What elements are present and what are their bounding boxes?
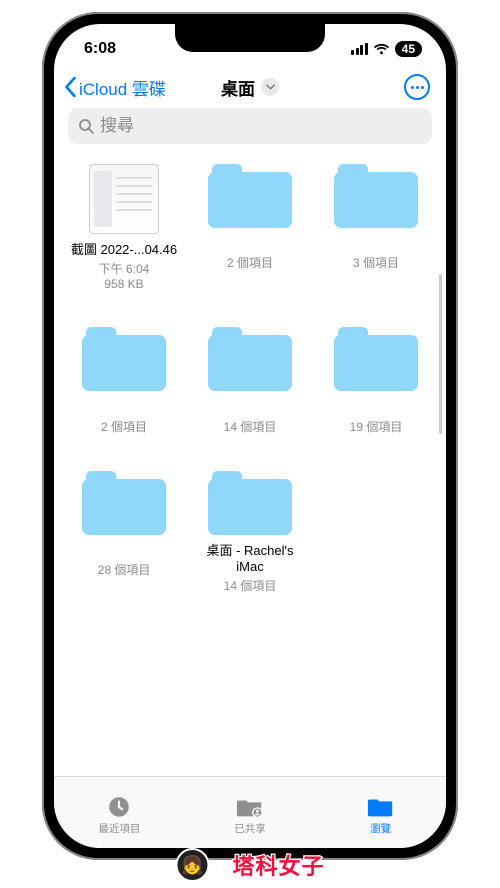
status-right: 45 — [351, 41, 422, 57]
watermark-text: 塔科女子 — [233, 849, 325, 881]
item-meta-secondary: 958 KB — [104, 277, 143, 291]
wifi-icon — [373, 43, 390, 55]
search-icon — [78, 118, 94, 134]
shared-folder-icon — [236, 795, 264, 819]
item-name — [104, 543, 143, 559]
item-name — [230, 236, 269, 252]
screen: 6:08 45 iCloud 雲碟 桌面 — [54, 24, 446, 848]
tab-label: 最近項目 — [98, 821, 140, 836]
item-name — [104, 399, 143, 415]
item-meta: 3 個項目 — [353, 254, 399, 271]
folder-item[interactable]: 3 個項目 — [322, 164, 430, 291]
tab-bar: 最近項目 已共享 瀏覽 — [54, 776, 446, 848]
folder-item[interactable]: 桌面 - Rachel's iMac14 個項目 — [196, 471, 304, 595]
status-time: 6:08 — [84, 40, 116, 58]
watermark-avatar: 👧 — [175, 848, 209, 882]
folder-item[interactable]: 14 個項目 — [196, 327, 304, 434]
item-meta: 2 個項目 — [101, 418, 147, 435]
battery-indicator: 45 — [395, 41, 422, 57]
search-input[interactable] — [100, 116, 422, 136]
item-meta: 2 個項目 — [227, 254, 273, 271]
folder-item[interactable]: 19 個項目 — [322, 327, 430, 434]
item-name: 截圖 2022-...04.46 — [71, 242, 177, 258]
search-field[interactable] — [68, 108, 432, 144]
item-meta: 下午 6:04 — [99, 260, 150, 277]
tab-label: 已共享 — [234, 821, 266, 836]
notch — [175, 24, 325, 52]
chevron-left-icon — [64, 77, 77, 97]
clock-icon — [105, 795, 133, 819]
folder-icon — [208, 327, 292, 391]
scroll-indicator[interactable] — [439, 274, 442, 434]
back-button[interactable]: iCloud 雲碟 — [64, 75, 166, 100]
files-grid[interactable]: 截圖 2022-...04.46 下午 6:04958 KB 2 個項目 3 個項… — [54, 154, 446, 776]
watermark-prefix: 3C — [215, 866, 229, 882]
item-meta: 14 個項目 — [224, 577, 277, 594]
page-title: 桌面 — [221, 75, 255, 100]
item-meta: 14 個項目 — [224, 418, 277, 435]
navigation-bar: iCloud 雲碟 桌面 — [54, 68, 446, 108]
more-options-button[interactable] — [404, 74, 430, 100]
item-meta: 28 個項目 — [98, 561, 151, 578]
cellular-icon — [351, 43, 368, 55]
folder-icon — [208, 164, 292, 228]
folder-item[interactable]: 28 個項目 — [70, 471, 178, 595]
phone-frame: 6:08 45 iCloud 雲碟 桌面 — [42, 12, 458, 860]
file-thumbnail — [89, 164, 159, 234]
tab-recents[interactable]: 最近項目 — [54, 777, 185, 848]
file-item[interactable]: 截圖 2022-...04.46 下午 6:04958 KB — [70, 164, 178, 291]
back-label: iCloud 雲碟 — [79, 75, 166, 100]
folder-icon — [334, 327, 418, 391]
chevron-down-icon — [261, 78, 279, 96]
folder-item[interactable]: 2 個項目 — [70, 327, 178, 434]
folder-item[interactable]: 2 個項目 — [196, 164, 304, 291]
tab-browse[interactable]: 瀏覽 — [315, 777, 446, 848]
nav-title-button[interactable]: 桌面 — [221, 75, 279, 100]
folder-icon — [334, 164, 418, 228]
item-meta: 19 個項目 — [350, 418, 403, 435]
watermark: 👧 3C 塔科女子 — [175, 848, 324, 882]
folder-icon — [82, 327, 166, 391]
search-wrap — [54, 108, 446, 154]
item-name: 桌面 - Rachel's iMac — [196, 543, 304, 576]
folder-icon — [367, 795, 395, 819]
tab-label: 瀏覽 — [370, 821, 391, 836]
item-name — [356, 399, 395, 415]
folder-icon — [82, 471, 166, 535]
item-name — [356, 236, 395, 252]
item-name — [230, 399, 269, 415]
tab-shared[interactable]: 已共享 — [185, 777, 316, 848]
folder-icon — [208, 471, 292, 535]
